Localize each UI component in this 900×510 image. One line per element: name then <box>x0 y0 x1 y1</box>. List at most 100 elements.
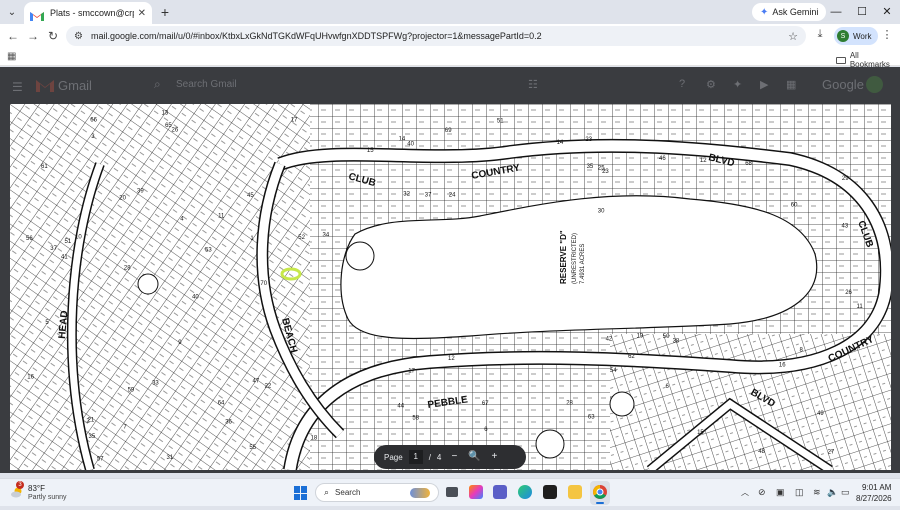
browser-tab-plats[interactable]: Plats - smccown@crp-tx.com - ✕ <box>24 2 152 24</box>
bookmark-star-icon[interactable]: ☆ <box>788 30 798 43</box>
lot-number: 30 <box>598 208 605 214</box>
chrome-taskbar-button[interactable] <box>590 481 610 505</box>
reload-icon[interactable]: ↻ <box>45 28 61 44</box>
pdf-page-controls: Page 1 / 4 − 🔍 + <box>374 445 526 469</box>
zoom-out-button[interactable]: − <box>447 450 461 464</box>
copilot-icon[interactable] <box>469 485 483 499</box>
lot-number: 64 <box>218 401 225 407</box>
lot-number: 43 <box>842 224 849 230</box>
lot-number: 47 <box>253 378 260 384</box>
tray-app-icon[interactable]: ▣ <box>776 487 785 498</box>
windows-start-button[interactable] <box>294 486 308 500</box>
ask-gemini-button[interactable]: ✦ Ask Gemini <box>752 3 827 21</box>
forward-arrow-icon[interactable]: → <box>25 28 41 44</box>
help-icon: ? <box>679 78 686 90</box>
print-icon: ▶ <box>760 79 769 91</box>
browser-titlebar: ⌄ Plats - smccown@crp-tx.com - ✕ + ✦ Ask… <box>0 0 900 24</box>
lot-number: 50 <box>663 334 670 340</box>
lot-number: 66 <box>90 117 97 123</box>
lot-number: 56 <box>26 236 33 242</box>
url-text[interactable]: mail.google.com/mail/u/0/#inbox/KtbxLxGk… <box>91 31 788 41</box>
back-arrow-icon[interactable]: ← <box>5 28 21 44</box>
lot-number: 54 <box>610 368 617 374</box>
clock-date[interactable]: 8/27/2026 <box>856 494 892 503</box>
tab-search-chevron-icon[interactable]: ⌄ <box>4 4 20 20</box>
tray-network-off-icon[interactable]: ⊘ <box>758 487 766 498</box>
lot-number: 26 <box>845 290 852 296</box>
lot-number: 40 <box>192 295 199 301</box>
reserve-label: RESERVE "D" <box>559 230 568 284</box>
lot-number: 28 <box>566 400 573 406</box>
lot-number: 52 <box>298 235 305 241</box>
windows-taskbar: 3 83°F Partly sunny ⌕ Search ︿ ⊘ ▣ ◫ ≋ 🔈… <box>0 478 900 506</box>
lot-number: 28 <box>124 266 131 272</box>
lot-number: 29 <box>842 176 849 182</box>
edge-icon[interactable] <box>518 485 532 499</box>
weather-temperature[interactable]: 83°F <box>28 484 45 493</box>
window-maximize-button[interactable]: ☐ <box>852 4 872 20</box>
clock-time[interactable]: 9:01 AM <box>862 483 891 492</box>
weather-description[interactable]: Partly sunny <box>28 494 67 501</box>
lot-number: 14 <box>399 136 406 142</box>
lot-number: 59 <box>128 388 135 394</box>
address-bar[interactable]: ⚙ mail.google.com/mail/u/0/#inbox/KtbxLx… <box>66 26 806 46</box>
lot-number: 19 <box>637 334 644 340</box>
search-icon: ⌕ <box>324 487 330 497</box>
zoom-magnifier-icon[interactable]: 🔍 <box>467 450 481 464</box>
lot-number: 45 <box>247 193 254 199</box>
lot-number: 15 <box>697 430 704 436</box>
apps-grid-icon[interactable]: ▦ <box>7 51 16 62</box>
zoom-in-button[interactable]: + <box>487 450 501 464</box>
lot-number: 23 <box>602 169 609 175</box>
task-view-icon[interactable] <box>446 487 458 497</box>
battery-icon[interactable]: ▭ <box>841 487 850 498</box>
account-avatar <box>866 76 883 93</box>
volume-icon[interactable]: 🔈 <box>827 487 838 498</box>
lot-number: 70 <box>260 281 267 287</box>
lot-number: 48 <box>758 449 765 455</box>
lot-number: 37 <box>50 246 57 252</box>
gmail-m-icon <box>36 79 54 92</box>
lot-number: 10 <box>75 235 82 241</box>
lot-number: 35 <box>587 164 594 170</box>
lot-number: 11 <box>857 304 864 310</box>
lot-number: 68 <box>745 161 752 167</box>
lot-number: 61 <box>41 164 48 170</box>
site-info-tune-icon[interactable]: ⚙ <box>74 31 83 42</box>
lot-number: 26 <box>172 128 179 134</box>
profile-label: Work <box>853 31 872 41</box>
page-number-input[interactable]: 1 <box>408 450 423 464</box>
folder-icon <box>836 56 846 64</box>
tray-chevron-up-icon[interactable]: ︿ <box>741 487 749 498</box>
window-minimize-button[interactable]: — <box>826 4 846 20</box>
profile-button[interactable]: S Work <box>834 27 878 45</box>
file-explorer-icon[interactable] <box>568 485 582 499</box>
taskbar-search-box[interactable]: ⌕ Search <box>315 483 439 502</box>
lot-number: 41 <box>61 254 68 260</box>
page-label: Page <box>384 452 403 462</box>
teams-icon[interactable] <box>493 485 507 499</box>
wifi-icon[interactable]: ≋ <box>813 487 821 498</box>
search-options-icon: ☷ <box>528 79 538 91</box>
lot-number: 12 <box>700 158 707 164</box>
browser-menu-icon[interactable]: ⋮ <box>880 28 894 44</box>
tab-title: Plats - smccown@crp-tx.com - <box>50 8 134 18</box>
lot-number: 36 <box>225 419 232 425</box>
lot-number: 42 <box>606 336 613 342</box>
amazon-icon[interactable] <box>543 485 557 499</box>
lot-number: 51 <box>65 239 72 245</box>
new-tab-plus-icon[interactable]: + <box>157 4 173 20</box>
gemini-sparkle-icon: ✦ <box>760 6 769 18</box>
lot-number: 23 <box>585 137 592 143</box>
tray-app2-icon[interactable]: ◫ <box>795 487 804 498</box>
attachment-viewer-plat-image[interactable]: COUNTRY CLUB BLVD PEBBLE BEACH HEAD COUN… <box>10 104 891 470</box>
tab-close-icon[interactable]: ✕ <box>138 8 146 19</box>
lot-number: 63 <box>588 414 595 420</box>
lot-number: 57 <box>97 457 104 463</box>
lot-number: 51 <box>497 118 504 124</box>
lot-number: 20 <box>119 195 126 201</box>
window-close-button[interactable]: ✕ <box>877 4 897 20</box>
download-icon[interactable]: ⤓ <box>812 28 828 44</box>
lot-number: 16 <box>27 375 34 381</box>
lot-number: 13 <box>162 110 169 116</box>
